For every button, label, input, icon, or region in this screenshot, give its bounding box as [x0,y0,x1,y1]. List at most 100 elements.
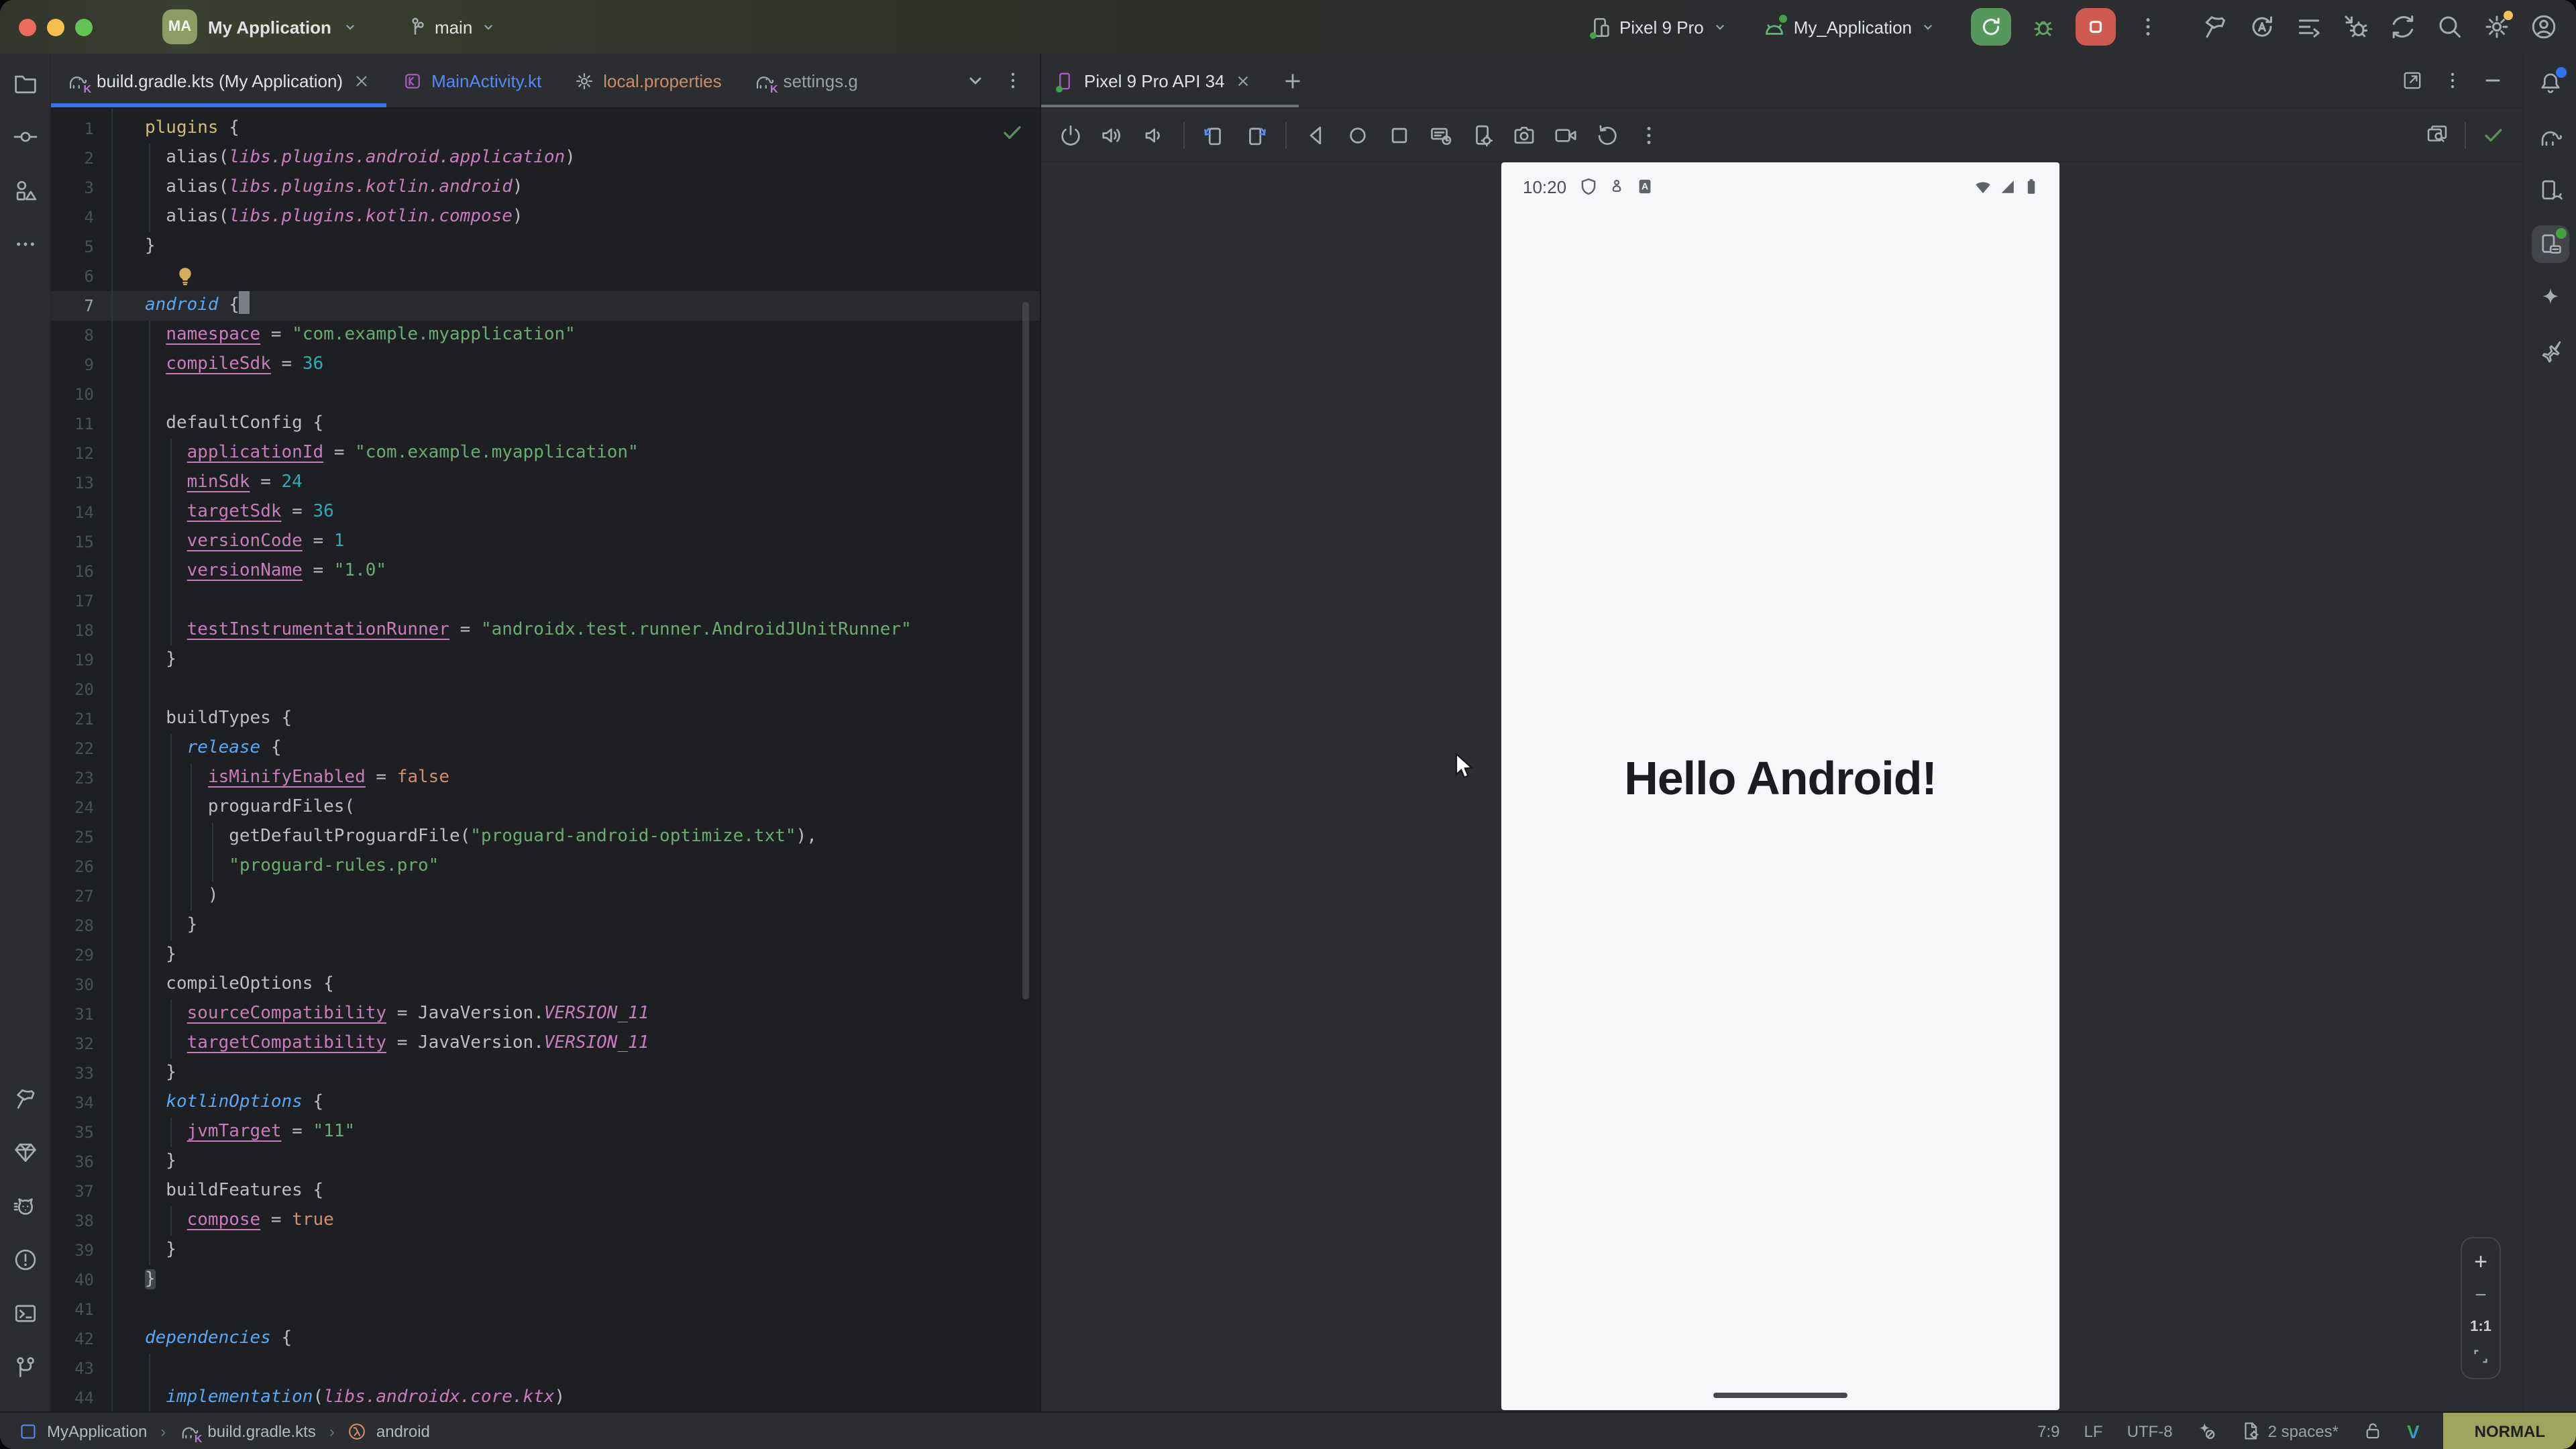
code-line-32[interactable]: 32 targetCompatibility = JavaVersion.VER… [51,1029,1040,1059]
add-device-tab-button[interactable] [1281,69,1304,92]
code-line-26[interactable]: 26 "proguard-rules.pro" [51,852,1040,881]
rotate-left-icon[interactable] [1202,123,1226,147]
hide-icon[interactable] [2482,70,2504,91]
code-line-15[interactable]: 15 versionCode = 1 [51,527,1040,557]
code-line-35[interactable]: 35 jvmTarget = "11" [51,1118,1040,1147]
tool-window-button-notifications-bell[interactable] [2531,64,2569,102]
tool-window-button-build-hammer[interactable] [6,1080,44,1118]
settings-button[interactable] [2483,13,2510,40]
snapshots-icon[interactable] [1429,123,1453,147]
zoom-window-button[interactable] [75,18,93,36]
code-line-20[interactable]: 20 [51,675,1040,704]
editor-scrollbar[interactable] [1022,302,1029,1000]
ui-check-icon[interactable] [2426,123,2449,146]
code-line-10[interactable]: 10 [51,380,1040,409]
code-line-33[interactable]: 33 } [51,1059,1040,1088]
code-line-4[interactable]: 4 alias(libs.plugins.kotlin.compose) [51,203,1040,232]
tool-window-button-folder[interactable] [6,64,44,102]
code-line-29[interactable]: 29 } [51,941,1040,970]
status-indent-config[interactable]: 2 spaces* [2241,1421,2339,1441]
code-line-1[interactable]: 1plugins { [51,114,1040,144]
code-line-44[interactable]: 44 implementation(libs.androidx.core.ktx… [51,1383,1040,1413]
back-icon[interactable] [1304,123,1328,147]
zoom-in-button[interactable]: + [2474,1250,2487,1273]
more-vertical-icon[interactable] [1637,123,1661,147]
code-line-38[interactable]: 38 compose = true [51,1206,1040,1236]
profiler-button[interactable] [2296,13,2322,40]
code-line-8[interactable]: 8 namespace = "com.example.myapplication… [51,321,1040,350]
profile-button[interactable] [2530,13,2557,40]
code-line-22[interactable]: 22 release { [51,734,1040,763]
code-line-37[interactable]: 37 buildFeatures { [51,1177,1040,1206]
status-7-9[interactable]: 7:9 [2037,1421,2059,1440]
tab-pixel-9-pro-api-34[interactable]: Pixel 9 Pro API 34 [1055,70,1265,91]
sync-project-button[interactable] [2249,13,2275,40]
close-window-button[interactable] [19,18,36,36]
code-line-17[interactable]: 17 [51,586,1040,616]
home-icon[interactable] [1346,123,1370,147]
tool-window-button-running-devices[interactable] [2531,225,2569,263]
status-lf[interactable]: LF [2084,1421,2103,1440]
status-unlock[interactable] [2363,1421,2383,1441]
overview-icon[interactable] [1387,123,1411,147]
code-line-18[interactable]: 18 testInstrumentationRunner = "androidx… [51,616,1040,645]
device-settings-icon[interactable] [1470,123,1495,147]
code-editor[interactable]: 1plugins {2 alias(libs.plugins.android.a… [51,109,1040,1413]
code-line-16[interactable]: 16 versionName = "1.0" [51,557,1040,586]
code-line-28[interactable]: 28 } [51,911,1040,941]
tool-window-button-gradle-elephant[interactable] [2531,118,2569,156]
breadcrumb[interactable]: MyApplication›Kbuild.gradle.kts›android [19,1421,430,1440]
search-button[interactable] [2436,13,2463,40]
more-run-options-button[interactable] [2128,8,2168,46]
code-line-14[interactable]: 14 targetSdk = 36 [51,498,1040,527]
code-line-30[interactable]: 30 compileOptions { [51,970,1040,1000]
tab-settings-g[interactable]: Ksettings.g [738,54,874,107]
code-line-3[interactable]: 3 alias(libs.plugins.kotlin.android) [51,173,1040,203]
build-hammer-button[interactable] [2202,13,2229,40]
code-line-5[interactable]: 5} [51,232,1040,262]
status-ai-disabled[interactable] [2197,1421,2217,1441]
code-line-34[interactable]: 34 kotlinOptions { [51,1088,1040,1118]
minimize-window-button[interactable] [47,18,64,36]
screenshot-icon[interactable] [1512,123,1536,147]
record-screen-icon[interactable] [1554,123,1578,147]
status-vim[interactable]: V [2407,1420,2420,1442]
code-line-2[interactable]: 2 alias(libs.plugins.android.application… [51,144,1040,173]
rerun-button[interactable] [1971,8,2011,46]
code-line-7[interactable]: 7android { [51,291,1040,321]
code-line-40[interactable]: 40} [51,1265,1040,1295]
tool-window-button-gemini-sparkle[interactable] [2531,279,2569,317]
reset-icon[interactable] [1595,123,1619,147]
stop-button[interactable] [2076,8,2116,46]
chevron-down-icon[interactable] [965,70,986,91]
breadcrumb-item[interactable]: MyApplication [47,1421,147,1440]
code-line-19[interactable]: 19 } [51,645,1040,675]
code-line-42[interactable]: 42dependencies { [51,1324,1040,1354]
code-line-36[interactable]: 36 } [51,1147,1040,1177]
tool-window-button-device-manager[interactable] [2531,172,2569,209]
project-selector[interactable]: MA My Application [162,9,358,44]
no-problems-check-icon[interactable] [1001,121,1024,144]
close-icon[interactable] [352,72,370,89]
breadcrumb-item[interactable]: android [376,1421,430,1440]
zoom-out-button[interactable]: − [2475,1286,2487,1306]
code-line-11[interactable]: 11 defaultConfig { [51,409,1040,439]
attach-debugger-button[interactable] [2343,13,2369,40]
code-line-23[interactable]: 23 isMinifyEnabled = false [51,763,1040,793]
status-utf-8[interactable]: UTF-8 [2127,1421,2173,1440]
close-icon[interactable] [1234,72,1252,89]
vcs-branch-selector[interactable]: main [404,15,496,38]
tool-window-button-more-horizontal[interactable] [6,225,44,263]
tab-build-gradle-kts-my-application[interactable]: Kbuild.gradle.kts (My Application) [51,54,386,107]
tool-window-button-problems[interactable] [6,1241,44,1279]
device-selector[interactable]: Pixel 9 Pro [1589,15,1728,38]
volume-down-icon[interactable] [1142,123,1166,147]
debug-button[interactable] [2023,8,2063,46]
tab-local-properties[interactable]: local.properties [557,54,737,107]
breadcrumb-item[interactable]: build.gradle.kts [207,1421,315,1440]
code-line-39[interactable]: 39 } [51,1236,1040,1265]
tool-window-button-resource-manager[interactable] [6,172,44,209]
more-vertical-icon[interactable] [2442,70,2463,91]
code-line-41[interactable]: 41 [51,1295,1040,1324]
power-icon[interactable] [1059,123,1083,147]
